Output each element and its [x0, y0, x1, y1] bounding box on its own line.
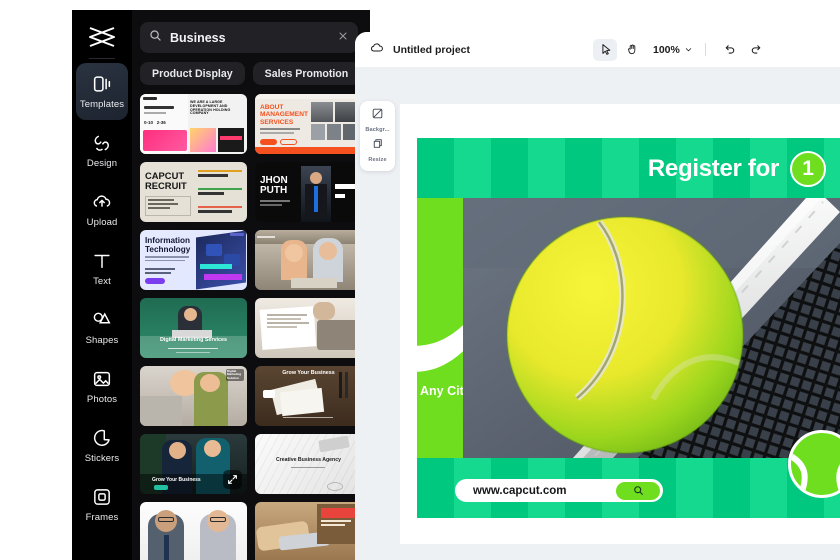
background-label: Backgr...	[365, 127, 390, 133]
sidebar-label: Design	[86, 158, 118, 169]
design-canvas[interactable]: Register for 1 Any City	[400, 104, 840, 544]
sidebar-item-text[interactable]: Text	[76, 240, 128, 297]
template-title: Grow Your Business	[282, 370, 335, 376]
sidebar-item-design[interactable]: Design	[76, 122, 128, 179]
template-title: Digital Marketing Services	[159, 337, 228, 344]
toolbar-divider	[704, 43, 706, 56]
hero-photo[interactable]	[463, 198, 840, 458]
text-icon	[91, 250, 113, 272]
template-title: ABOUT MANAGEMENT SERVICES	[260, 104, 308, 126]
floating-tool-panel: Backgr... Resize	[360, 101, 395, 171]
sidebar-item-frames[interactable]: Frames	[76, 476, 128, 533]
capcut-logo-icon[interactable]	[82, 18, 122, 56]
shapes-icon	[91, 309, 113, 331]
template-card[interactable]: Information Technology	[140, 230, 247, 290]
sidebar-item-shapes[interactable]: Shapes	[76, 299, 128, 356]
template-card[interactable]: CAPCUT RECRUIT	[140, 162, 247, 222]
expand-icon[interactable]	[223, 470, 242, 489]
templates-panel: Business Product Display Sales Promotion…	[132, 10, 370, 560]
hand-tool[interactable]	[620, 39, 644, 61]
template-card[interactable]	[255, 230, 362, 290]
editor-tools: 100%	[593, 32, 769, 67]
template-title: Creative Business Agency	[276, 457, 341, 463]
redo-button[interactable]	[745, 39, 769, 61]
url-search-button[interactable]	[616, 481, 660, 500]
template-card[interactable]: ABOUT MANAGEMENT SERVICES	[255, 94, 362, 154]
pointer-tool[interactable]	[593, 38, 617, 61]
stickers-icon	[91, 427, 113, 449]
resize-button[interactable]: Resize	[368, 137, 387, 163]
template-card[interactable]: WE ARE A LARGE DEVELOPMENT AND OPERATION…	[140, 94, 247, 154]
url-pill[interactable]: www.capcut.com	[455, 479, 663, 502]
project-name: Untitled project	[393, 43, 471, 56]
headline-text: Register for	[647, 155, 779, 182]
search-input[interactable]: Business	[140, 22, 358, 53]
sidebar-label: Photos	[86, 394, 118, 405]
template-card[interactable]: Grow Your Business	[255, 366, 362, 426]
screen-root: Templates Design Upload Text Shapes Phot…	[0, 0, 840, 560]
template-grid: WE ARE A LARGE DEVELOPMENT AND OPERATION…	[140, 94, 370, 560]
swoosh-shape	[417, 325, 463, 372]
background-button[interactable]: Backgr...	[365, 107, 390, 133]
sidebar-label: Upload	[86, 217, 118, 228]
resize-icon	[371, 137, 384, 155]
template-card[interactable]: JHON PUTH	[255, 162, 362, 222]
undo-button[interactable]	[718, 39, 742, 61]
templates-icon	[91, 73, 113, 95]
template-card[interactable]	[255, 502, 362, 560]
badge-number: 1	[790, 151, 826, 187]
cloud-icon	[369, 40, 384, 60]
url-text: www.capcut.com	[473, 484, 567, 497]
template-title: Digital Marketing Solution	[227, 369, 242, 380]
template-card[interactable]: Creative Business Agency	[255, 434, 362, 494]
capcut-app-window: Templates Design Upload Text Shapes Phot…	[72, 10, 370, 560]
template-title: CAPCUT RECRUIT	[145, 170, 187, 191]
search-icon	[149, 29, 162, 47]
canvas-workspace: Backgr... Resize Register for 1 Any Cit …	[355, 67, 840, 560]
editor-topbar: Untitled project 100%	[355, 32, 840, 67]
template-card[interactable]: Grow Your Business	[140, 502, 247, 560]
project-info: Untitled project	[369, 40, 470, 60]
sidebar-item-upload[interactable]: Upload	[76, 181, 128, 238]
template-title: Information Technology	[145, 236, 191, 255]
template-card[interactable]: Grow Your Business	[140, 434, 247, 494]
sidebar-label: Text	[93, 276, 111, 287]
zoom-control[interactable]: 100%	[653, 41, 693, 59]
editor-window: Untitled project 100% Backgr... Resize R…	[355, 32, 840, 560]
sidebar-label: Frames	[85, 512, 119, 523]
template-title: JHON PUTH	[260, 175, 288, 196]
sidebar-item-photos[interactable]: Photos	[76, 358, 128, 415]
sidebar-label: Templates	[79, 99, 125, 110]
design-icon	[91, 132, 113, 154]
left-tool-rail: Templates Design Upload Text Shapes Phot…	[72, 10, 132, 560]
template-card[interactable]	[255, 298, 362, 358]
left-lime-block: Any City	[417, 198, 463, 458]
resize-label: Resize	[368, 157, 387, 163]
sidebar-item-stickers[interactable]: Stickers	[76, 417, 128, 474]
template-title: WE ARE A LARGE DEVELOPMENT AND OPERATION…	[190, 100, 231, 116]
filter-chip-row: Product Display Sales Promotion	[140, 62, 361, 85]
zoom-value: 100%	[653, 43, 680, 56]
template-title: Grow Your Business	[152, 476, 201, 483]
photos-icon	[91, 368, 113, 390]
close-icon[interactable]	[337, 29, 349, 47]
search-value: Business	[170, 30, 226, 45]
background-icon	[371, 107, 384, 125]
city-label: Any City	[420, 384, 463, 398]
sidebar-label: Stickers	[84, 453, 120, 464]
rail-divider	[89, 58, 115, 59]
template-card[interactable]: Digital Marketing Solution	[140, 366, 247, 426]
headline-group[interactable]: Register for 1	[648, 151, 826, 187]
upload-cloud-icon	[91, 191, 113, 213]
chevron-down-icon	[684, 41, 693, 59]
template-card[interactable]: Digital Marketing Services	[140, 298, 247, 358]
filter-chip-sales-promotion[interactable]: Sales Promotion	[252, 62, 361, 85]
frames-icon	[91, 486, 113, 508]
sidebar-item-templates[interactable]: Templates	[76, 63, 128, 120]
design-artboard[interactable]: Register for 1 Any City	[417, 138, 840, 518]
filter-chip-product-display[interactable]: Product Display	[140, 62, 245, 85]
sidebar-label: Shapes	[85, 335, 119, 346]
